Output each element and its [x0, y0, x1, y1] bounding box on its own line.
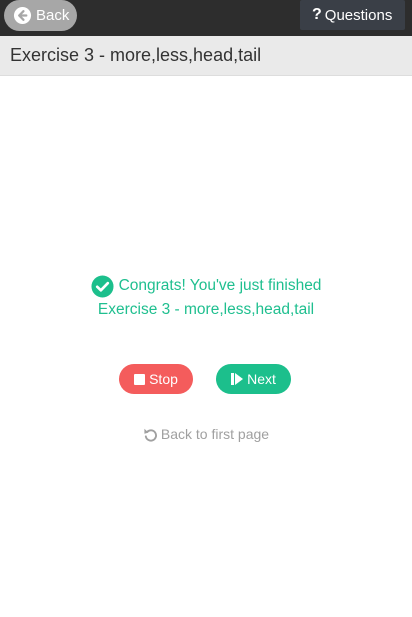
next-button[interactable]: Next [216, 364, 291, 394]
page-title: Exercise 3 - more,less,head,tail [10, 45, 262, 65]
page-title-bar: Exercise 3 - more,less,head,tail [0, 36, 412, 76]
result-line-1: Congrats! You've just finished [0, 274, 412, 298]
stop-button-label: Stop [149, 371, 178, 387]
result-text-1: Congrats! You've just finished [118, 277, 322, 294]
next-button-label: Next [247, 371, 276, 387]
questions-button[interactable]: ? Questions [300, 0, 405, 30]
back-button-label: Back [36, 7, 70, 24]
step-forward-icon [231, 373, 244, 385]
stop-square-icon [134, 373, 146, 385]
question-mark-icon: ? [312, 6, 322, 23]
top-bar: Back ? Questions [0, 0, 412, 36]
stop-button[interactable]: Stop [119, 364, 193, 394]
undo-icon [143, 427, 158, 442]
back-button[interactable]: Back [4, 0, 77, 31]
result-message: Congrats! You've just finished Exercise … [0, 274, 412, 322]
arrow-circle-left-icon [13, 6, 32, 25]
questions-button-label: Questions [324, 6, 393, 24]
back-to-first-page-link[interactable]: Back to first page [0, 426, 412, 442]
result-text-2: Exercise 3 - more,less,head,tail [97, 301, 315, 318]
back-to-first-page-label: Back to first page [160, 426, 270, 442]
check-circle-icon [91, 274, 114, 298]
